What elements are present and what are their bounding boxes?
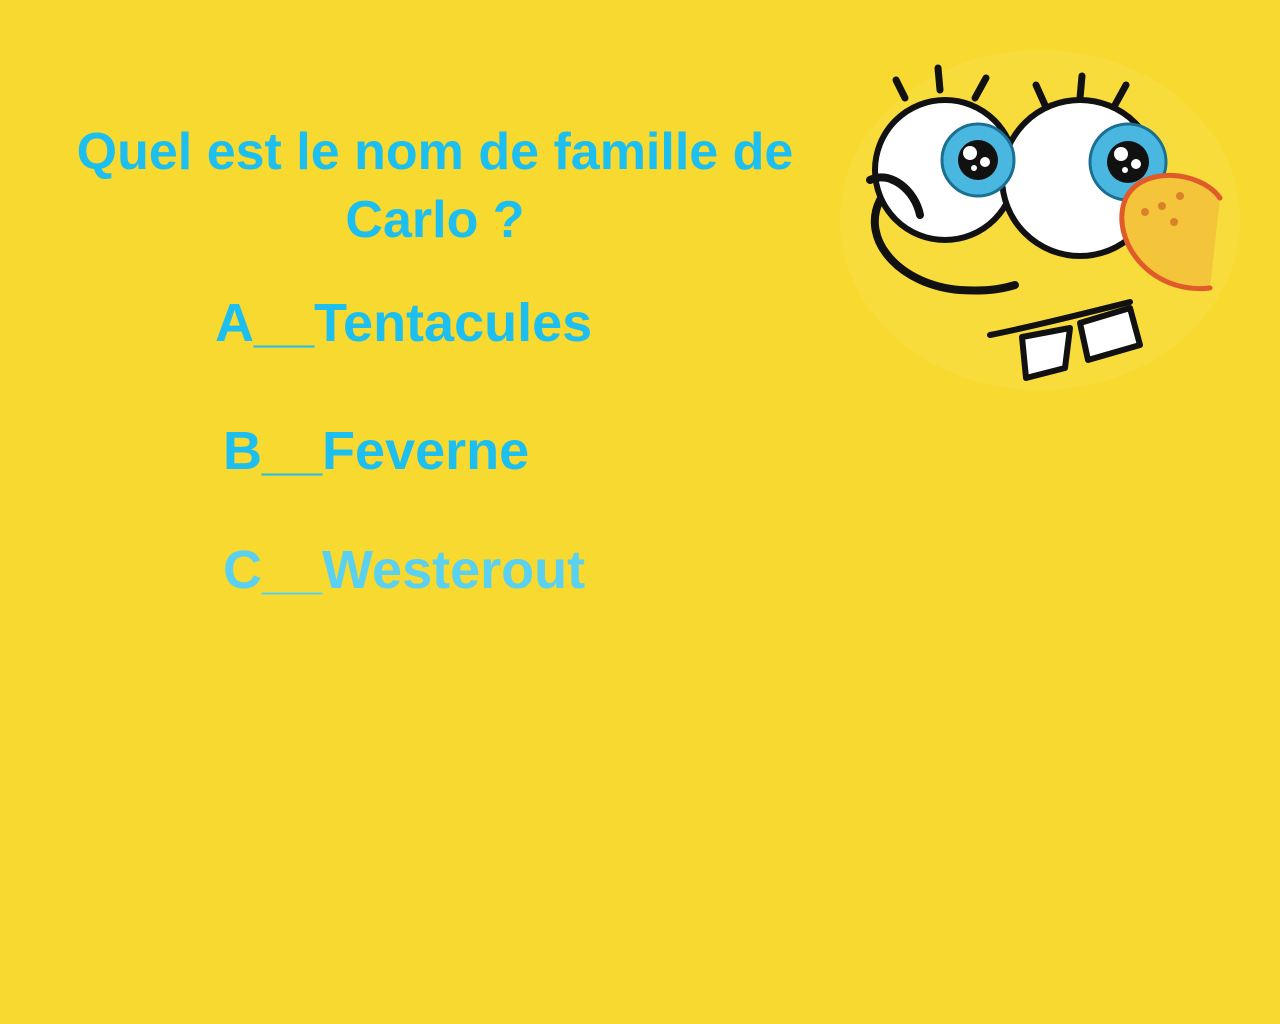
cartoon-sponge-face-icon xyxy=(840,50,1240,390)
quiz-slide: Quel est le nom de famille de Carlo ? A_… xyxy=(0,0,1280,1024)
answer-option-c[interactable]: C__Westerout xyxy=(223,540,585,600)
answer-option-a[interactable]: A__Tentacules xyxy=(215,293,592,353)
answer-option-b[interactable]: B__Feverne xyxy=(223,421,529,481)
question-text: Quel est le nom de famille de Carlo ? xyxy=(76,123,794,249)
